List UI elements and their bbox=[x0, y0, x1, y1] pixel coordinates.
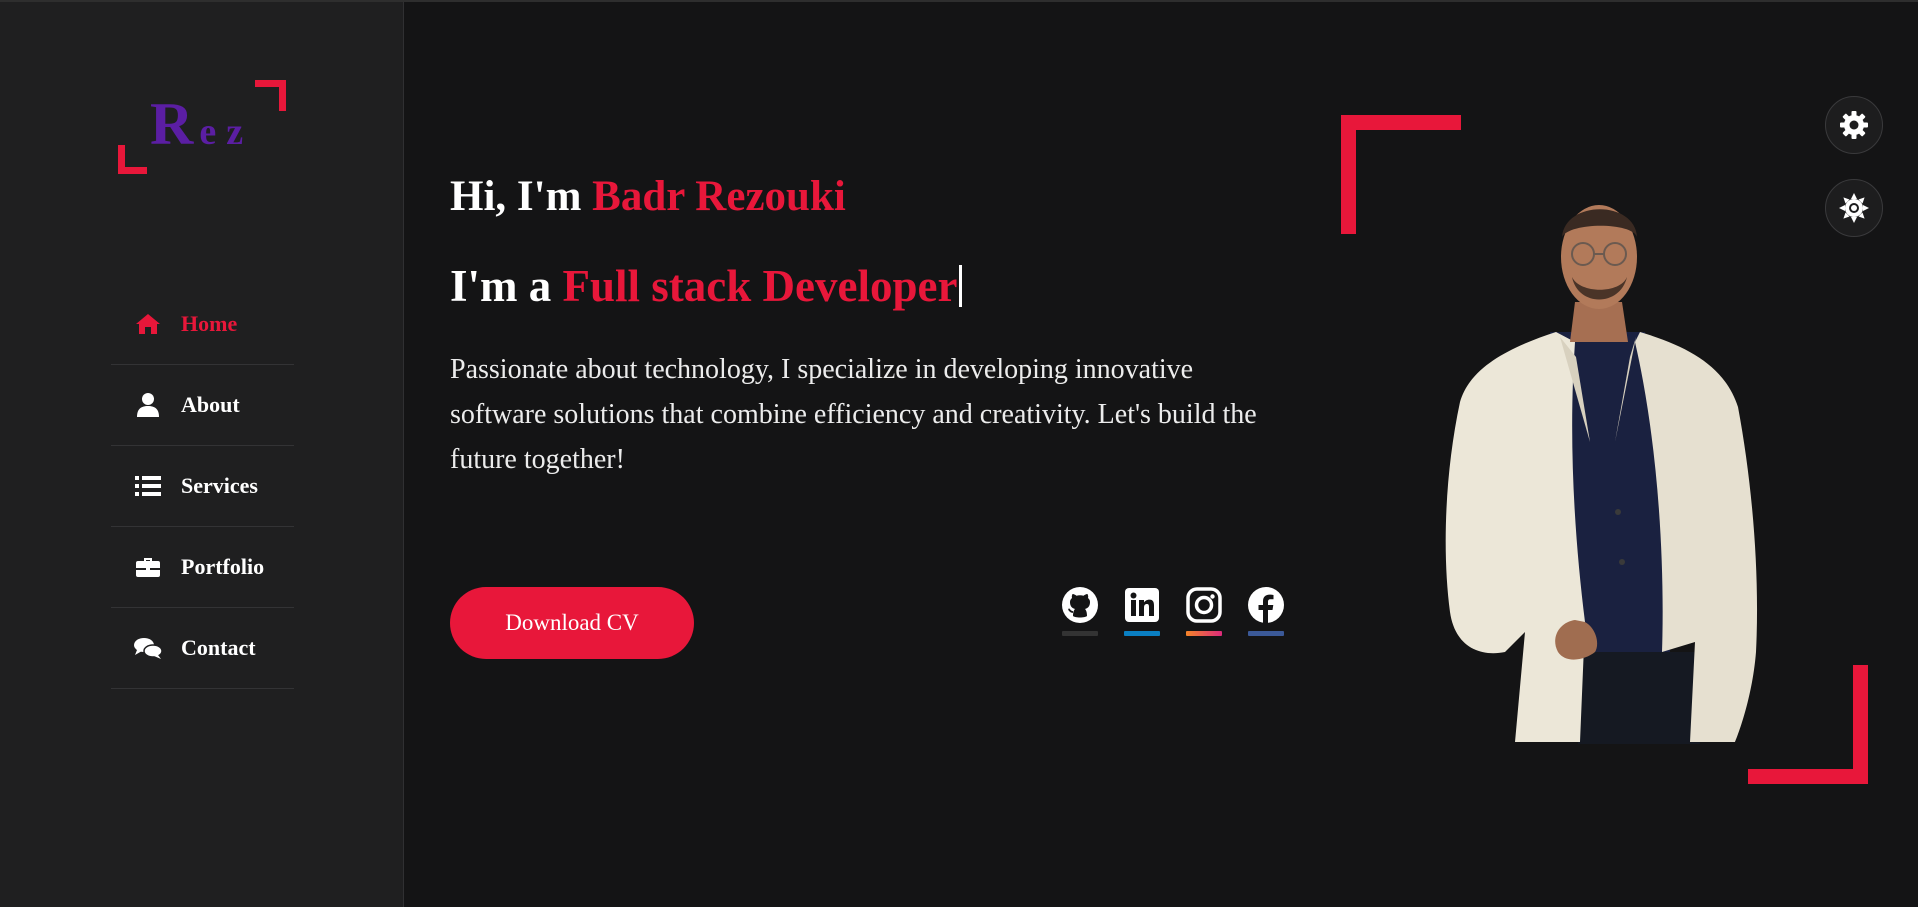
logo-text: Rez bbox=[150, 90, 253, 159]
home-icon bbox=[133, 311, 163, 337]
github-underline bbox=[1062, 631, 1098, 636]
briefcase-icon bbox=[133, 554, 163, 580]
instagram-icon bbox=[1186, 587, 1222, 623]
sidebar-item-contact[interactable]: Contact bbox=[111, 608, 294, 689]
linkedin-underline bbox=[1124, 631, 1160, 636]
comments-icon bbox=[133, 635, 163, 661]
theme-toggle-button[interactable] bbox=[1825, 179, 1883, 237]
github-icon bbox=[1062, 587, 1098, 623]
github-link[interactable] bbox=[1061, 586, 1099, 636]
facebook-link[interactable] bbox=[1247, 586, 1285, 636]
settings-button[interactable] bbox=[1825, 96, 1883, 154]
list-icon bbox=[133, 473, 163, 499]
logo[interactable]: Rez bbox=[118, 80, 288, 178]
sidebar: Rez Home About Services Portfolio Contac… bbox=[0, 2, 404, 907]
sidebar-item-home[interactable]: Home bbox=[111, 284, 294, 365]
user-icon bbox=[133, 392, 163, 418]
sidebar-item-label: Services bbox=[181, 473, 258, 498]
linkedin-link[interactable] bbox=[1123, 586, 1161, 636]
sidebar-item-label: Contact bbox=[181, 635, 256, 660]
sidebar-item-about[interactable]: About bbox=[111, 365, 294, 446]
download-cv-button[interactable]: Download CV bbox=[450, 587, 694, 659]
greeting-prefix: Hi, I'm bbox=[450, 173, 593, 220]
page: Rez Home About Services Portfolio Contac… bbox=[0, 0, 1918, 907]
facebook-underline bbox=[1248, 631, 1284, 636]
sidebar-item-label: Portfolio bbox=[181, 554, 265, 579]
role-prefix: I'm a bbox=[450, 261, 563, 311]
hero-greeting: Hi, I'm Badr Rezouki bbox=[450, 172, 846, 221]
instagram-underline bbox=[1186, 631, 1222, 636]
facebook-icon bbox=[1248, 587, 1284, 623]
hero-role: I'm a Full stack Developer bbox=[450, 260, 963, 312]
profile-photo bbox=[1445, 205, 1758, 744]
logo-rest: ez bbox=[199, 111, 254, 153]
logo-corner-top-right bbox=[255, 80, 286, 111]
sun-icon bbox=[1839, 193, 1869, 223]
logo-first-letter: R bbox=[150, 91, 200, 157]
instagram-link[interactable] bbox=[1185, 586, 1223, 636]
sidebar-nav: Home About Services Portfolio Contact bbox=[111, 284, 294, 689]
sidebar-item-services[interactable]: Services bbox=[111, 446, 294, 527]
logo-corner-bottom-left bbox=[118, 145, 147, 174]
hero-description: Passionate about technology, I specializ… bbox=[450, 354, 1257, 475]
social-links bbox=[1061, 586, 1285, 636]
hero-name: Badr Rezouki bbox=[592, 173, 846, 220]
gear-icon bbox=[1840, 111, 1868, 139]
role-text: Full stack Developer bbox=[562, 261, 958, 311]
linkedin-icon bbox=[1125, 588, 1159, 622]
typing-cursor bbox=[959, 265, 963, 307]
sidebar-item-label: Home bbox=[181, 311, 238, 336]
sidebar-item-portfolio[interactable]: Portfolio bbox=[111, 527, 294, 608]
sidebar-item-label: About bbox=[181, 392, 240, 417]
